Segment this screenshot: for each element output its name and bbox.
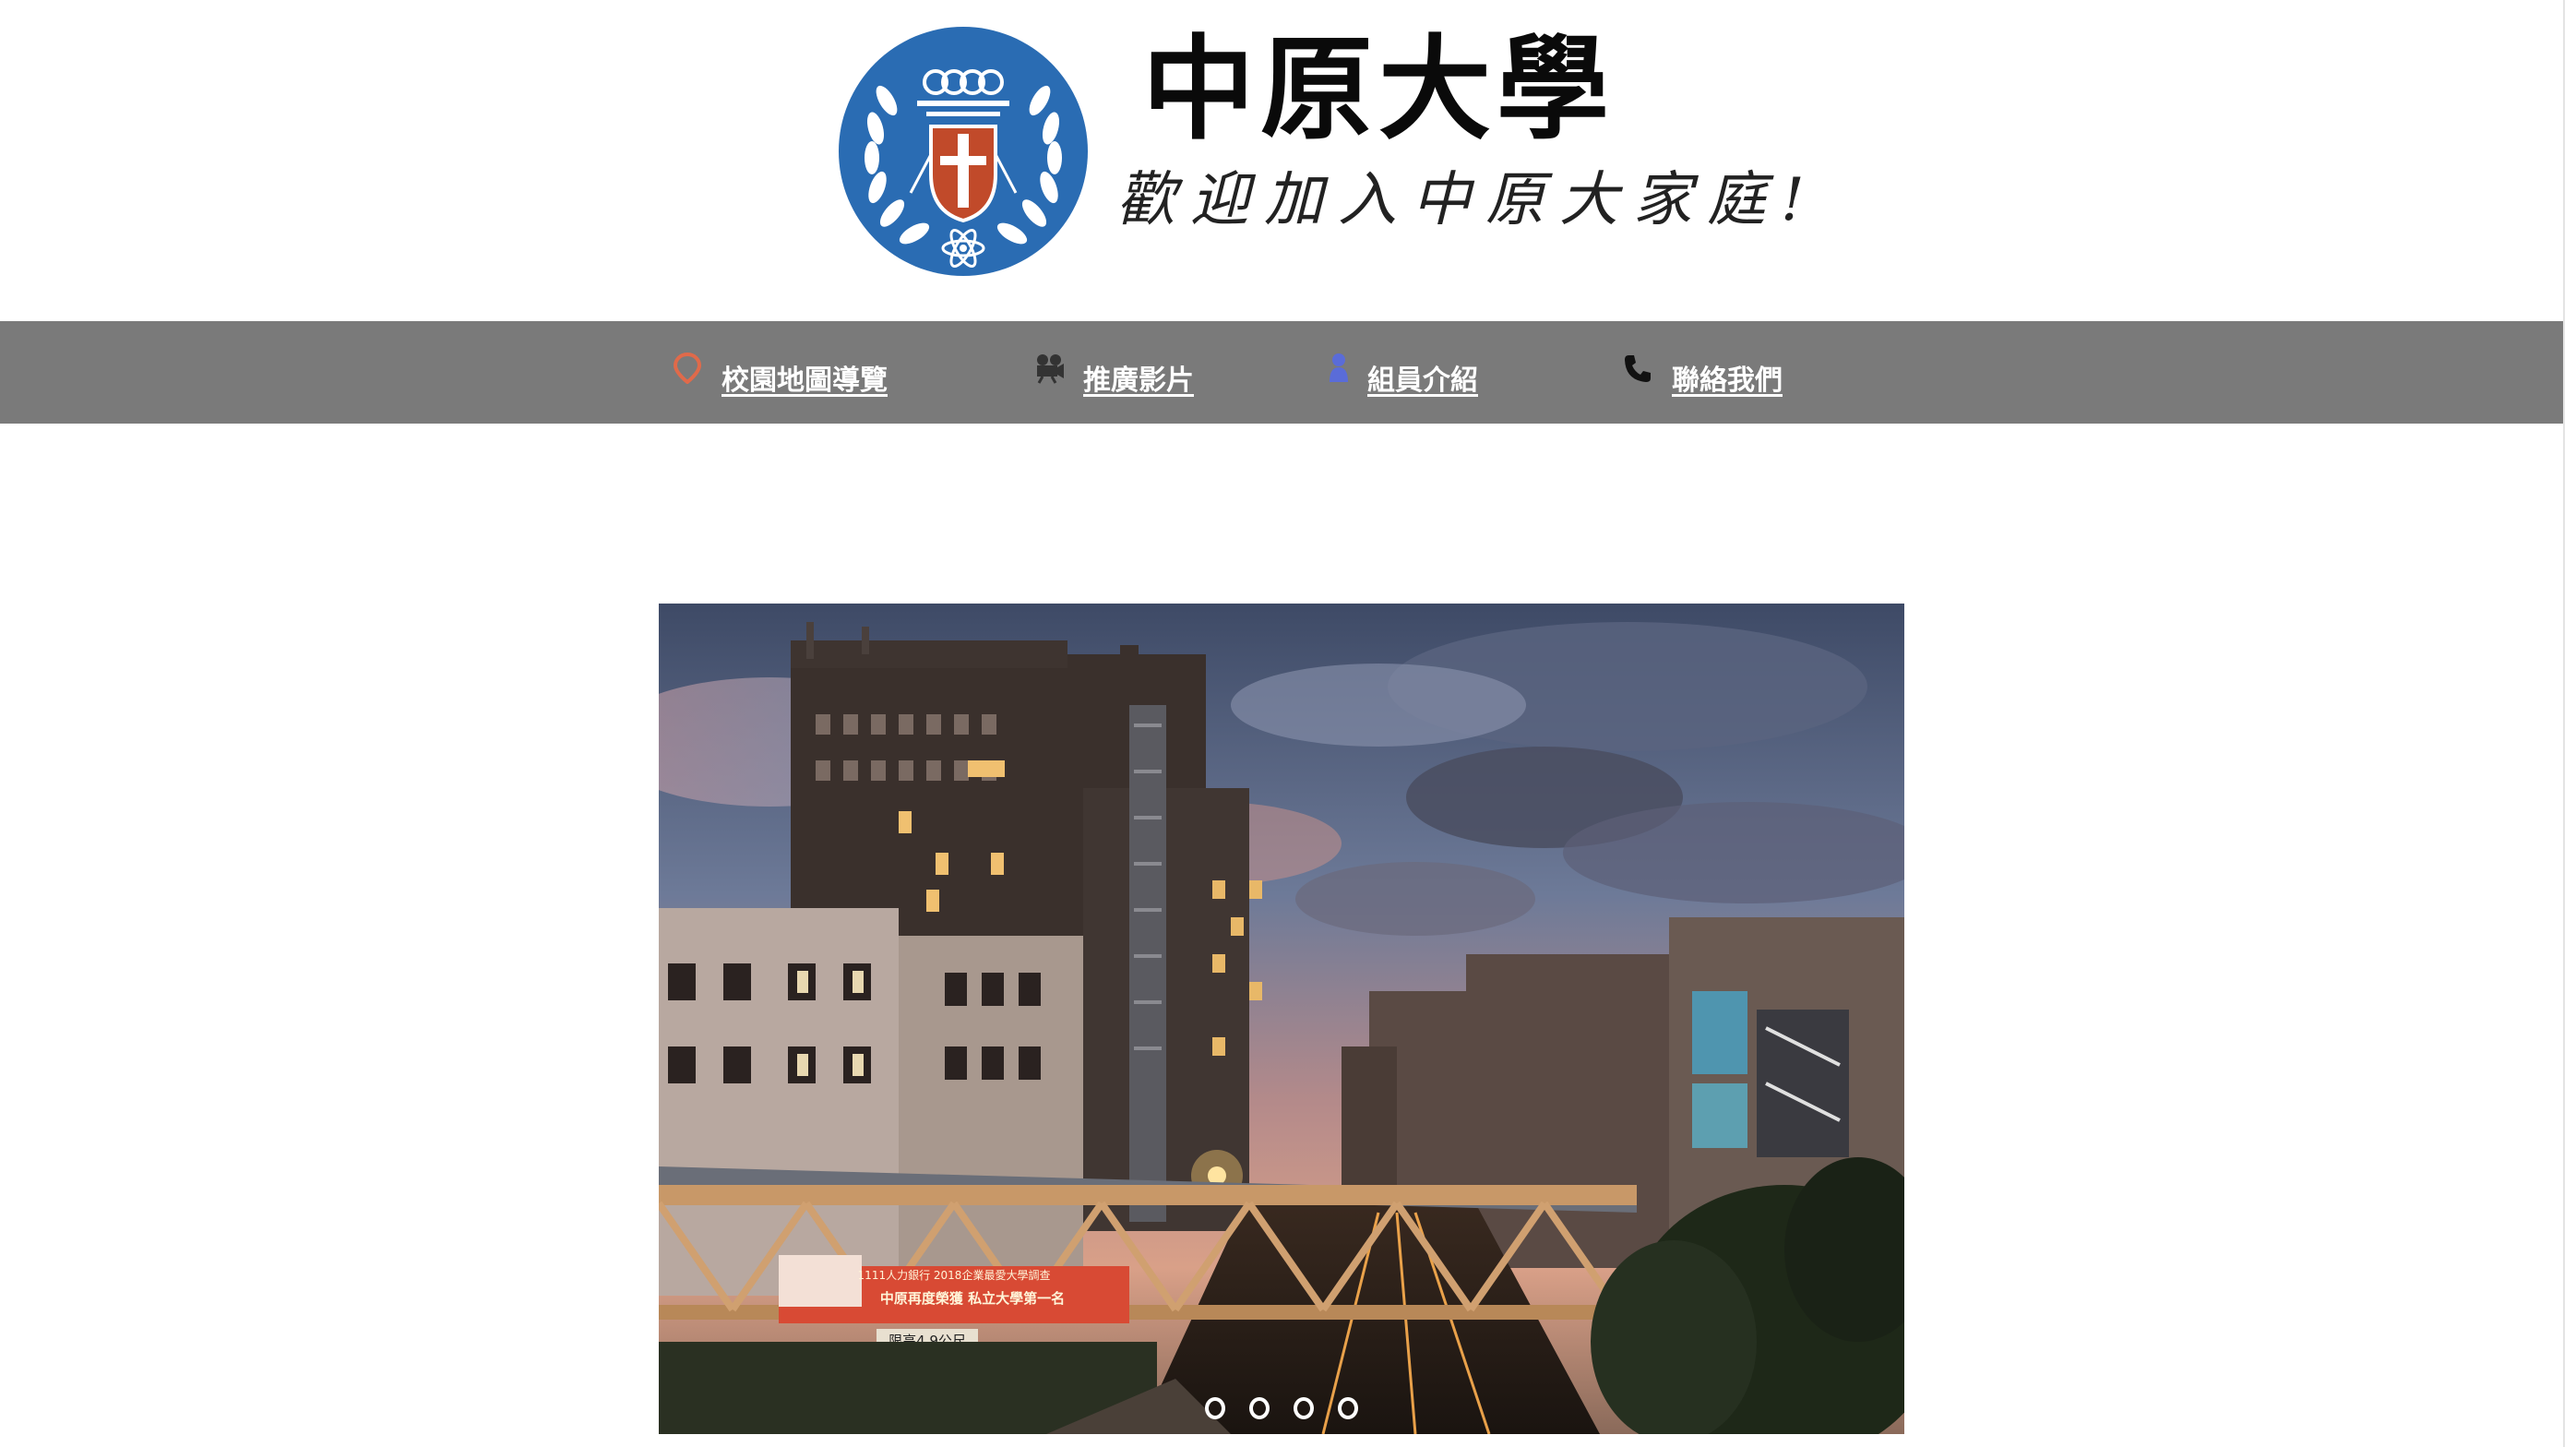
nav-item-team[interactable]: 組員介紹 [1327,321,1478,424]
site-subtitle: 歡迎加入中原大家庭! [1116,166,1819,234]
map-pin-icon [670,351,705,386]
nav-label-campus-map[interactable]: 校園地圖導覽 [722,357,888,398]
scrollbar[interactable] [2563,0,2576,1447]
film-camera-icon [1032,351,1067,386]
university-logo[interactable] [839,27,1088,276]
site-header: 中原大學 歡迎加入中原大家庭! [0,0,2576,321]
nav-item-contact[interactable]: 聯絡我們 [1620,321,1783,424]
nav-label-promo-video[interactable]: 推廣影片 [1083,357,1194,398]
person-icon [1327,351,1351,386]
nav-label-contact[interactable]: 聯絡我們 [1672,357,1783,398]
banner-line-2: 中原再度榮獲 私立大學第一名 [880,1290,1065,1307]
hero-carousel[interactable]: 1111人力銀行 2018企業最愛大學調查 中原再度榮獲 私立大學第一名 限高4… [659,604,1904,1434]
banner-line-1: 1111人力銀行 2018企業最愛大學調查 [858,1268,1051,1282]
carousel-dot-3[interactable] [1294,1397,1314,1419]
carousel-dot-2[interactable] [1249,1397,1270,1419]
nav-item-campus-map[interactable]: 校園地圖導覽 [670,321,888,424]
phone-icon [1620,351,1655,386]
main-navbar: 校園地圖導覽 推廣影片 組員介紹 聯絡我們 [0,321,2563,424]
site-title: 中原大學 [1142,24,1615,155]
nav-item-promo-video[interactable]: 推廣影片 [1032,321,1194,424]
carousel-dot-4[interactable] [1338,1397,1358,1419]
campus-photo: 1111人力銀行 2018企業最愛大學調查 中原再度榮獲 私立大學第一名 限高4… [659,604,1904,1434]
nav-label-team[interactable]: 組員介紹 [1367,357,1478,398]
carousel-indicators [659,1397,1904,1419]
carousel-dot-1[interactable] [1205,1397,1225,1419]
